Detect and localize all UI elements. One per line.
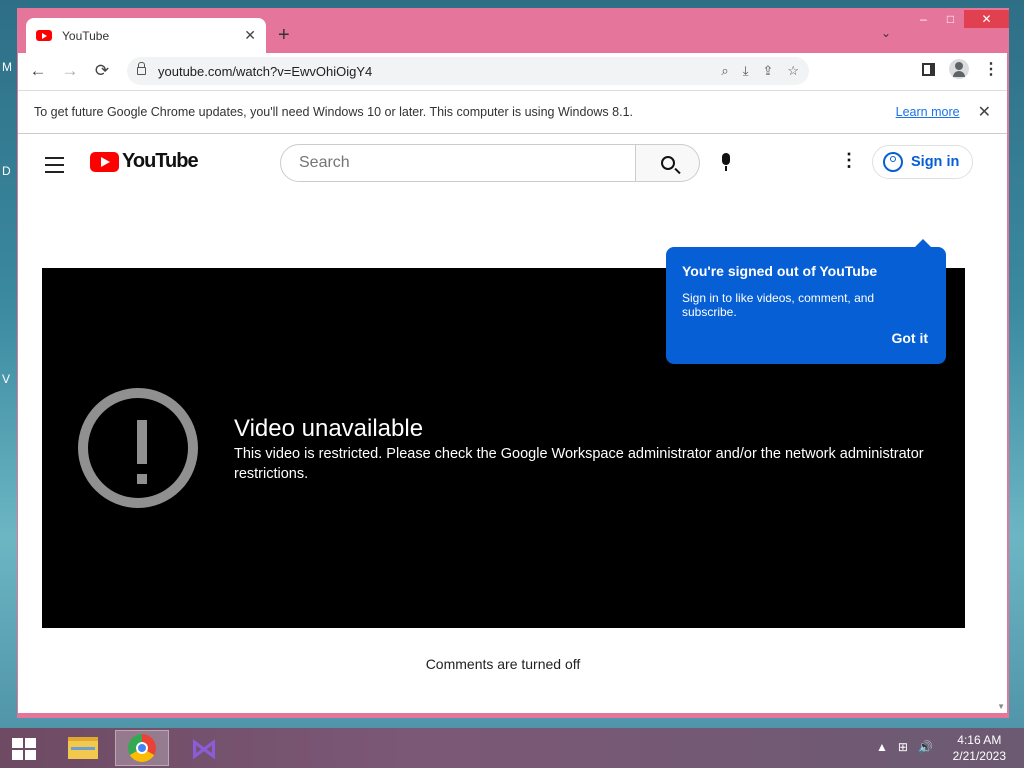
windows-start-icon[interactable]	[12, 738, 37, 760]
sign-in-label: Sign in	[911, 154, 960, 170]
video-restricted-message: This video is restricted. Please check t…	[234, 446, 924, 482]
share-icon[interactable]: ⇪	[762, 63, 773, 79]
install-icon[interactable]: ⤓	[743, 63, 749, 79]
system-tray: ▲ ⊞ 🔊	[876, 740, 933, 754]
search-button[interactable]	[636, 144, 700, 182]
youtube-logo[interactable]: YouTube	[90, 150, 199, 173]
tooltip-body: Sign in to like videos, comment, and sub…	[682, 291, 875, 319]
infobar-close-icon[interactable]: ✕	[978, 102, 991, 122]
side-panel-icon[interactable]	[922, 62, 935, 76]
visual-studio-icon: ⋈	[190, 731, 218, 765]
desktop-letter: V	[2, 372, 11, 386]
infobar-message: To get future Google Chrome updates, you…	[34, 105, 633, 119]
folder-icon	[68, 737, 98, 759]
taskbar: ⋈ ▲ ⊞ 🔊 4:16 AM 2/21/2023	[0, 728, 1024, 768]
volume-icon[interactable]: 🔊	[918, 740, 933, 754]
chrome-menu-button[interactable]: ⋮	[983, 59, 999, 79]
sign-in-button[interactable]: Sign in	[872, 145, 973, 179]
settings-menu-button[interactable]: ⋮	[840, 151, 858, 169]
tooltip-title: You're signed out of YouTube	[682, 263, 878, 279]
lock-icon[interactable]	[137, 62, 146, 75]
search-box[interactable]	[280, 144, 636, 182]
warning-icon	[78, 388, 198, 508]
desktop-letter: D	[2, 164, 11, 178]
desktop-letter: M	[2, 60, 12, 74]
tab-title: YouTube	[62, 28, 110, 43]
browser-content: ← → ⟳ youtube.com/watch?v=EwvOhiOigY4 ⌕ …	[18, 53, 1007, 713]
video-unavailable-title: Video unavailable	[234, 415, 424, 442]
new-tab-button[interactable]: +	[278, 25, 290, 45]
youtube-page: YouTube ⋮ Sign in Video unavailable Thi	[18, 137, 1007, 713]
minimize-button[interactable]: –	[910, 10, 937, 28]
signed-out-tooltip: You're signed out of YouTube Sign in to …	[666, 239, 946, 364]
close-window-button[interactable]: ✕	[964, 10, 1009, 28]
address-bar[interactable]: youtube.com/watch?v=EwvOhiOigY4 ⌕ ⤓ ⇪ ☆	[127, 57, 809, 85]
reload-button[interactable]: ⟳	[86, 56, 118, 86]
update-infobar: To get future Google Chrome updates, you…	[18, 90, 1007, 134]
profile-avatar-icon[interactable]	[949, 59, 969, 79]
microphone-icon[interactable]	[722, 153, 730, 171]
bookmark-star-icon[interactable]: ☆	[787, 63, 799, 79]
youtube-play-icon	[90, 151, 119, 172]
forward-button[interactable]: →	[54, 56, 86, 86]
youtube-favicon-icon	[36, 30, 52, 41]
tab-close-icon[interactable]: ✕	[244, 27, 256, 44]
youtube-logo-text: YouTube	[122, 150, 199, 172]
search-icon	[660, 156, 675, 170]
got-it-button[interactable]: Got it	[891, 330, 928, 346]
clock-date: 2/21/2023	[952, 749, 1006, 763]
network-icon[interactable]: ⊞	[898, 740, 908, 754]
zoom-icon[interactable]: ⌕	[721, 63, 728, 79]
clock[interactable]: 4:16 AM 2/21/2023	[953, 732, 1006, 764]
window-controls: – □ ✕	[910, 10, 1009, 28]
comments-status: Comments are turned off	[425, 656, 581, 672]
maximize-button[interactable]: □	[937, 10, 964, 28]
scroll-down-arrow-icon[interactable]: ▼	[997, 702, 1005, 711]
browser-tab[interactable]: YouTube ✕	[26, 18, 266, 53]
browser-window: – □ ✕ YouTube ✕ + ⌄ ← → ⟳ youtube.com/wa…	[17, 8, 1009, 718]
search-input[interactable]	[297, 153, 601, 173]
clock-time: 4:16 AM	[957, 733, 1002, 747]
show-hidden-icons-icon[interactable]: ▲	[876, 740, 888, 754]
visual-studio-button[interactable]: ⋈	[177, 730, 231, 766]
hamburger-menu-icon[interactable]	[45, 157, 64, 178]
tab-search-button[interactable]: ⌄	[881, 26, 891, 40]
back-button[interactable]: ←	[22, 56, 54, 86]
url-text[interactable]: youtube.com/watch?v=EwvOhiOigY4	[158, 64, 721, 79]
chrome-icon	[128, 734, 156, 762]
learn-more-link[interactable]: Learn more	[896, 105, 960, 119]
file-explorer-button[interactable]	[56, 730, 110, 766]
account-icon	[883, 152, 903, 172]
chrome-taskbar-button[interactable]	[115, 730, 169, 766]
